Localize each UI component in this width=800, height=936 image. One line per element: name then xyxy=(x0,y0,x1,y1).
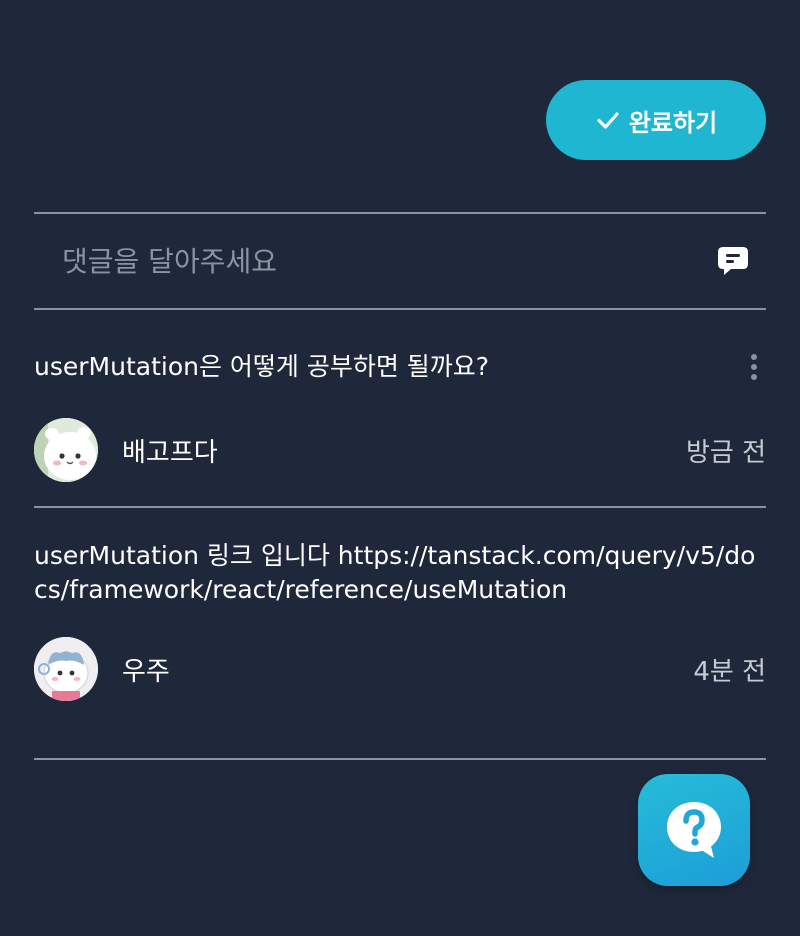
comment-input-bar xyxy=(34,214,766,308)
divider xyxy=(34,758,766,760)
avatar xyxy=(34,637,98,701)
author-name: 우주 xyxy=(122,656,170,687)
complete-button[interactable]: 완료하기 xyxy=(546,80,766,160)
comment-author-row: 우주 4분 전 xyxy=(34,637,766,701)
comment-time: 4분 전 xyxy=(693,656,766,687)
question-bubble-icon xyxy=(667,802,721,858)
comment-text: userMutation 링크 입니다 https://tanstack.com… xyxy=(34,541,756,604)
kebab-menu-icon[interactable] xyxy=(744,352,764,382)
comment-text: userMutation은 어떻게 공부하면 될까요? xyxy=(34,352,490,381)
divider xyxy=(34,506,766,508)
complete-button-label: 완료하기 xyxy=(628,109,718,137)
comment-item: userMutation 링크 입니다 https://tanstack.com… xyxy=(34,539,766,701)
divider xyxy=(34,308,766,310)
chat-bubble-icon[interactable] xyxy=(716,244,750,278)
avatar xyxy=(34,418,98,482)
comment-page: 완료하기 userMutation은 어떻게 공부하면 될까요? xyxy=(0,0,800,936)
comment-item: userMutation은 어떻게 공부하면 될까요? 배고프다 방금 전 xyxy=(34,350,766,482)
comment-author-row: 배고프다 방금 전 xyxy=(34,418,766,482)
author-info: 우주 xyxy=(34,637,170,701)
author-name: 배고프다 xyxy=(122,437,218,468)
help-button[interactable] xyxy=(638,774,750,886)
comment-header: userMutation은 어떻게 공부하면 될까요? xyxy=(34,350,766,384)
comment-input[interactable] xyxy=(60,243,716,279)
comment-time: 방금 전 xyxy=(685,437,766,468)
author-info: 배고프다 xyxy=(34,418,218,482)
check-icon xyxy=(597,112,619,129)
